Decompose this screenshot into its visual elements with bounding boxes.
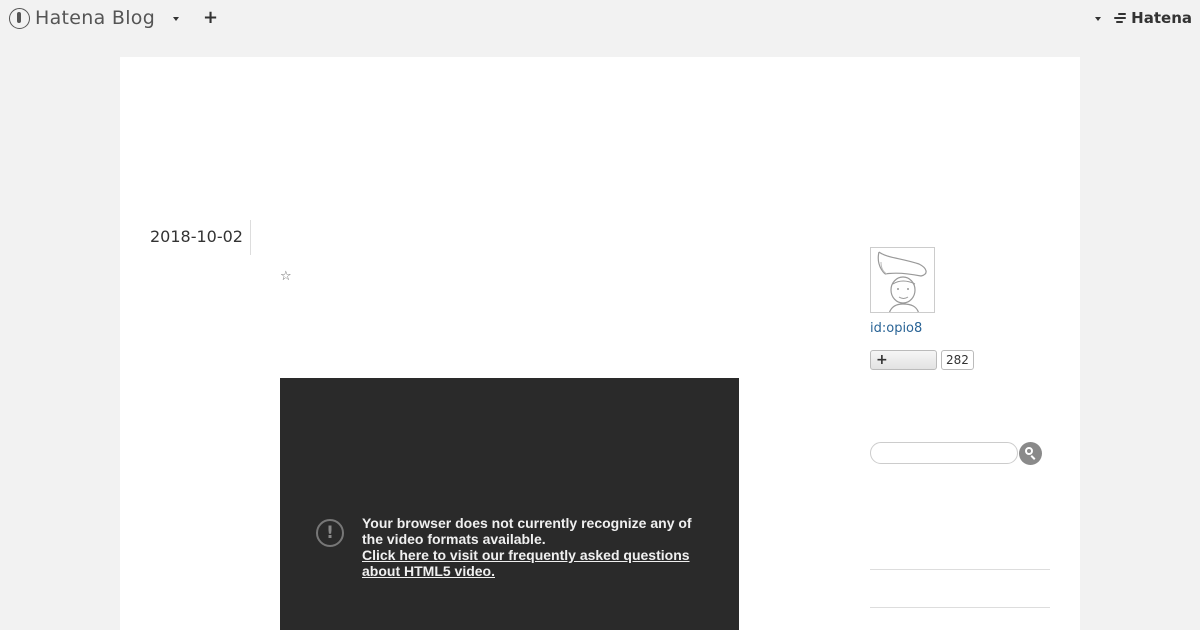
sidebar-divider bbox=[870, 607, 1050, 608]
follow-button[interactable]: + bbox=[870, 350, 937, 370]
hatena-blog-logo[interactable]: Hatena Blog bbox=[9, 6, 155, 30]
video-error-message: Your browser does not currently recogniz… bbox=[362, 515, 707, 579]
html5-video-faq-link[interactable]: Click here to visit our frequently asked… bbox=[362, 547, 707, 579]
search-icon bbox=[1025, 447, 1033, 455]
hatena-logo-icon bbox=[1114, 12, 1128, 24]
logo-text: Hatena Blog bbox=[35, 7, 156, 29]
search-input[interactable] bbox=[870, 442, 1018, 464]
plus-icon: + bbox=[876, 352, 888, 368]
global-header: Hatena Blog + Hatena bbox=[0, 0, 1200, 38]
hatena-blog-logo-icon bbox=[9, 7, 30, 29]
entry-date[interactable]: 2018-10-02 bbox=[150, 227, 243, 246]
account-menu-chevron-down-icon[interactable] bbox=[1095, 17, 1101, 21]
add-star-icon[interactable]: ☆ bbox=[280, 269, 292, 284]
avatar-illustration bbox=[877, 251, 927, 312]
search-button[interactable] bbox=[1019, 442, 1042, 465]
date-divider bbox=[250, 220, 251, 255]
video-player[interactable]: ! Your browser does not currently recogn… bbox=[280, 378, 739, 630]
new-post-button[interactable]: + bbox=[203, 9, 218, 27]
blog-content-panel: 2018-10-02 ☆ ! Your browser does not cur… bbox=[120, 57, 1080, 630]
follower-count[interactable]: 282 bbox=[941, 350, 974, 370]
sidebar-divider bbox=[870, 569, 1050, 570]
alert-icon: ! bbox=[316, 519, 344, 547]
hatena-brand-link[interactable]: Hatena bbox=[1114, 9, 1192, 27]
avatar[interactable] bbox=[870, 247, 935, 313]
chevron-down-icon[interactable] bbox=[173, 17, 179, 21]
video-error-text: Your browser does not currently recogniz… bbox=[362, 515, 692, 547]
user-id-link[interactable]: id:opio8 bbox=[870, 321, 922, 336]
brand-text: Hatena bbox=[1131, 9, 1192, 27]
